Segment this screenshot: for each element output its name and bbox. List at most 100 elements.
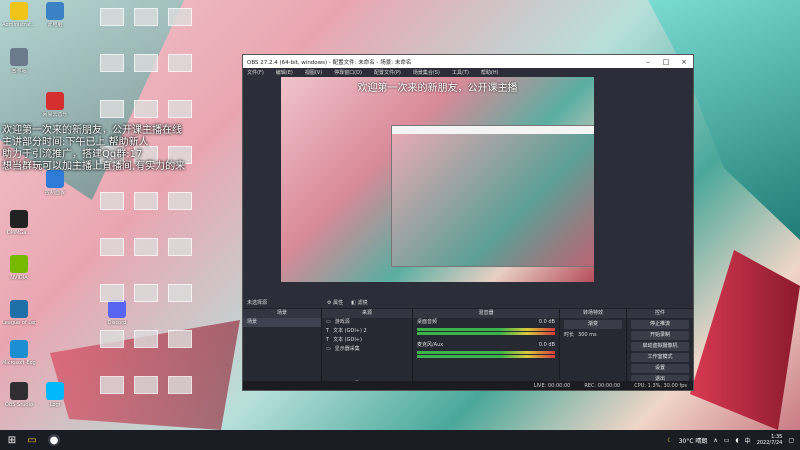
stream-overlay-caption: 欢迎第一次来的新朋友，公开课主播在线 主讲部分时间:下午已上 帮助新人 助力于引… xyxy=(2,125,202,173)
properties-label: 属性 xyxy=(333,300,344,306)
volume-meter xyxy=(417,332,555,335)
source-item-label: 文本 (GDI+) 2 xyxy=(333,328,367,334)
menu-docks[interactable]: 停靠窗口(D) xyxy=(334,69,362,76)
system-tray: ☾ 30°C 晴朗 ∧ ▭ ◖ 中 1:35 2022/7/24 ▢ xyxy=(667,434,800,446)
desktop-icon[interactable]: DMMGa... xyxy=(2,210,36,250)
desktop-icon[interactable]: 回收站 xyxy=(2,48,36,88)
desktop-thumbnail[interactable] xyxy=(168,192,192,210)
minimize-icon[interactable]: – xyxy=(639,58,657,66)
volume-icon[interactable]: ◖ xyxy=(736,437,739,444)
desktop-thumbnail[interactable] xyxy=(100,330,124,348)
desktop-thumbnail[interactable] xyxy=(100,376,124,394)
obs-window[interactable]: OBS 27.2.4 (64-bit, windows) - 配置文件: 未命名… xyxy=(242,54,694,391)
obs-menubar: 文件(F) 编辑(E) 视图(V) 停靠窗口(D) 配置文件(P) 场景集合(S… xyxy=(243,68,693,77)
desktop-thumbnail[interactable] xyxy=(100,54,124,72)
no-source-label: 未选择源 xyxy=(247,300,268,306)
menu-tools[interactable]: 工具(T) xyxy=(452,69,469,76)
maximize-icon[interactable]: □ xyxy=(657,58,675,66)
properties-button[interactable]: ⚙ 属性 xyxy=(327,299,343,306)
desktop-icon-label: League of Legends xyxy=(2,320,36,326)
virtual-camera-button[interactable]: 启动虚拟摄像机 xyxy=(631,342,689,351)
desktop-thumbnail[interactable] xyxy=(134,192,158,210)
desktop-thumbnail[interactable] xyxy=(168,330,192,348)
desktop-thumbnail[interactable] xyxy=(168,284,192,302)
desktop-thumbnail[interactable] xyxy=(100,284,124,302)
duration-input[interactable]: 300 ms xyxy=(578,331,597,340)
desktop-thumbnail[interactable] xyxy=(168,376,192,394)
desktop-thumbnail[interactable] xyxy=(168,238,192,256)
desktop-icon-label: 控制面板 xyxy=(44,190,65,196)
filters-button[interactable]: ◧ 滤镜 xyxy=(351,299,367,306)
desktop-icon-label: 回收站 xyxy=(11,68,27,74)
desktop-icon[interactable]: 控制面板 xyxy=(38,170,72,210)
obs-preview-canvas[interactable]: 欢迎第一次来的新朋友，公开课主播 xyxy=(281,77,594,282)
desktop-icon-label: 此电脑 xyxy=(47,22,63,28)
tray-chevron-icon[interactable]: ∧ xyxy=(713,437,717,444)
desktop-thumbnail[interactable] xyxy=(168,54,192,72)
language-indicator[interactable]: 中 xyxy=(745,436,751,445)
nested-obs-preview xyxy=(391,125,594,267)
app-icon xyxy=(46,92,64,110)
clock[interactable]: 1:35 2022/7/24 xyxy=(757,434,783,446)
transition-select[interactable]: 渐变 xyxy=(564,320,622,329)
desktop-thumbnail[interactable] xyxy=(134,54,158,72)
settings-button[interactable]: 设置 xyxy=(631,364,689,373)
desktop-thumbnail[interactable] xyxy=(100,238,124,256)
source-item-label: 显示器采集 xyxy=(334,346,360,352)
desktop-icon[interactable]: League of Legends xyxy=(2,300,36,340)
desktop-thumbnail[interactable] xyxy=(134,284,158,302)
desktop-icon[interactable]: Administrat... xyxy=(2,2,36,42)
source-item[interactable]: ▭ 显示器采集 xyxy=(322,345,412,354)
desktop-thumbnail[interactable] xyxy=(100,8,124,26)
app-icon xyxy=(10,48,28,66)
desktop-thumbnail[interactable] xyxy=(134,376,158,394)
text-icon: T xyxy=(326,328,330,334)
desktop-thumbnail[interactable] xyxy=(168,100,192,118)
source-item[interactable]: T 文本 (GDI+) xyxy=(322,336,412,345)
network-icon[interactable]: ▭ xyxy=(724,437,730,444)
notification-icon[interactable]: ▢ xyxy=(788,437,794,444)
menu-scene-collection[interactable]: 场景集合(S) xyxy=(413,69,440,76)
overlay-line: 助力于引流推广，搭建Qq群:17 xyxy=(2,149,143,160)
desktop-icon[interactable]: 此电脑 xyxy=(38,2,72,42)
close-icon[interactable]: × xyxy=(675,58,693,66)
desktop-icon[interactable]: Microsoft Edge xyxy=(2,340,36,380)
studio-mode-button[interactable]: 工作室模式 xyxy=(631,353,689,362)
stop-streaming-button[interactable]: 停止推流 xyxy=(631,320,689,329)
desktop-icon-area: Administrat... 此电脑回收站网易云音乐控制面板 DMMGa... NVI… xyxy=(0,0,250,430)
sources-dock-title: 来源 xyxy=(322,309,412,318)
windows-start-icon[interactable]: ⊞ xyxy=(4,432,20,448)
desktop-icon-label: NVIDIA xyxy=(10,275,28,281)
menu-file[interactable]: 文件(F) xyxy=(247,69,264,76)
desktop-thumbnail[interactable] xyxy=(100,100,124,118)
weather-text[interactable]: 30°C 晴朗 xyxy=(679,436,708,445)
desktop-thumbnail[interactable] xyxy=(134,100,158,118)
obs-titlebar[interactable]: OBS 27.2.4 (64-bit, windows) - 配置文件: 未命名… xyxy=(243,55,693,68)
menu-view[interactable]: 视图(V) xyxy=(305,69,322,76)
source-item[interactable]: ▭ 游戏源 xyxy=(322,318,412,327)
menu-edit[interactable]: 编辑(E) xyxy=(276,69,293,76)
audio-mixer-dock: 混音器 桌面音频 0.0 dB 麦克风/Aux 0.0 dB xyxy=(413,309,560,389)
file-explorer-icon[interactable]: ▭ xyxy=(24,432,40,448)
volume-meter xyxy=(417,355,555,358)
menu-help[interactable]: 帮助(H) xyxy=(481,69,499,76)
source-toolbar: 未选择源 ⚙ 属性 ◧ 滤镜 xyxy=(243,297,693,308)
desktop-icon[interactable]: Logi xyxy=(38,382,72,422)
app-icon xyxy=(10,210,28,228)
desktop-icon-label: 网易云音乐 xyxy=(42,112,68,118)
desktop-thumbnail[interactable] xyxy=(168,8,192,26)
desktop-thumbnail[interactable] xyxy=(100,192,124,210)
desktop-thumbnail[interactable] xyxy=(134,8,158,26)
desktop-icon[interactable]: NVIDIA xyxy=(2,255,36,295)
menu-profile[interactable]: 配置文件(P) xyxy=(374,69,401,76)
scene-item[interactable]: 场景 xyxy=(243,318,321,327)
desktop-thumbnail[interactable] xyxy=(134,330,158,348)
desktop-thumbnail[interactable] xyxy=(134,238,158,256)
desktop-icon[interactable]: OBS Studio xyxy=(2,382,36,422)
app-icon xyxy=(10,255,28,273)
volume-meter xyxy=(417,328,555,331)
start-recording-button[interactable]: 开始录制 xyxy=(631,331,689,340)
source-item[interactable]: T 文本 (GDI+) 2 xyxy=(322,327,412,336)
volume-meter xyxy=(417,351,555,354)
obs-taskbar-icon[interactable]: ● xyxy=(48,434,60,446)
